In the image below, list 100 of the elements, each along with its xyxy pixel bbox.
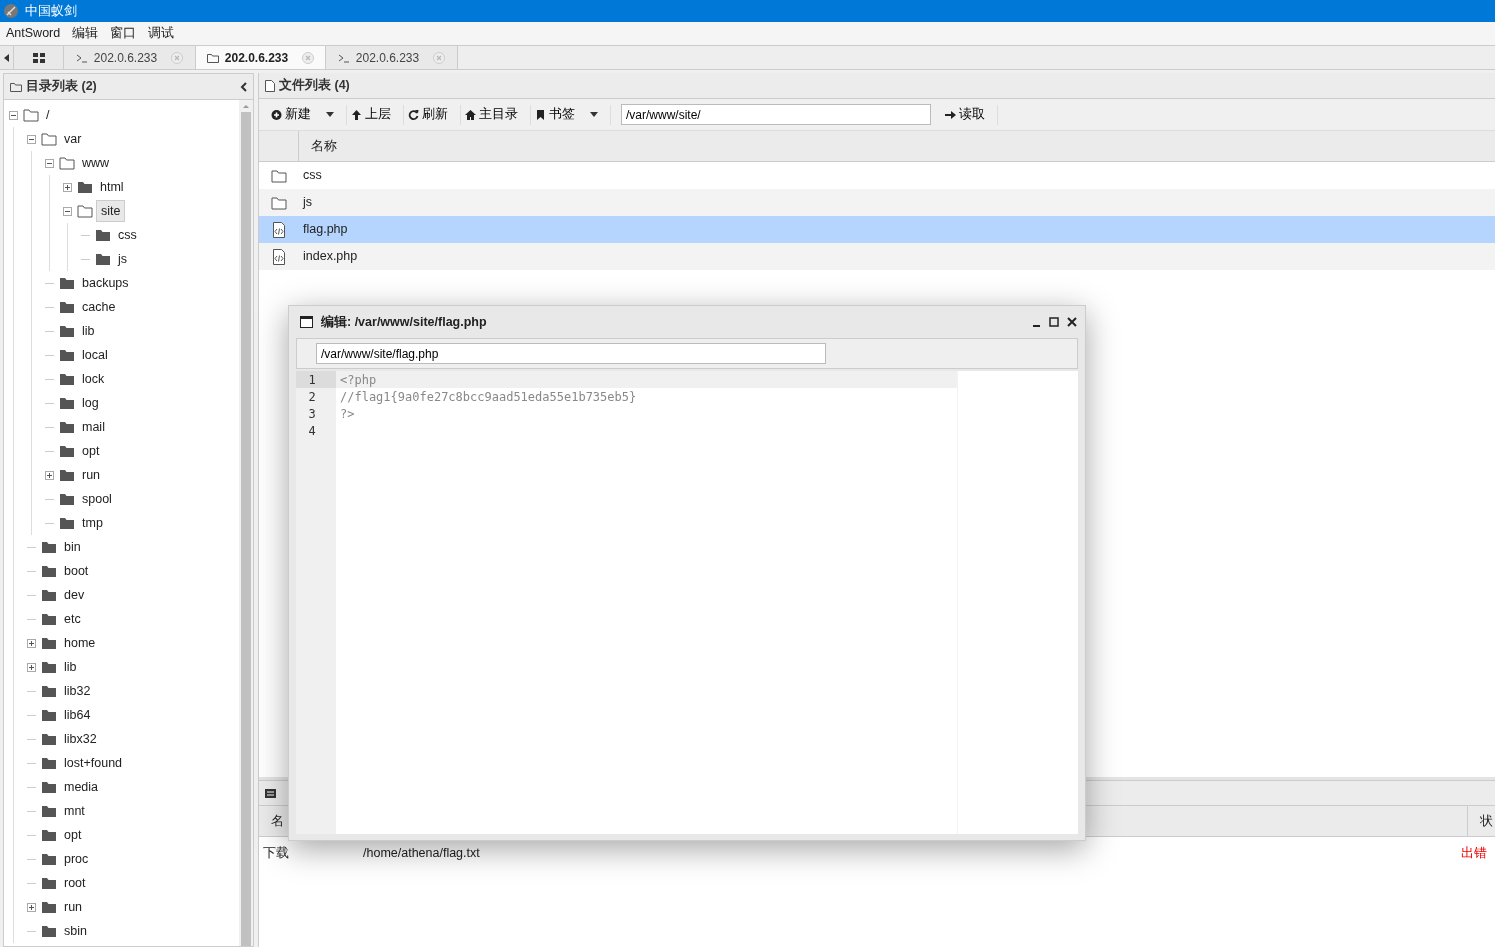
- code-file-icon: [271, 221, 287, 238]
- home-icon: [465, 108, 476, 121]
- expand-toggle-icon[interactable]: [27, 638, 36, 648]
- folder-icon: [59, 324, 75, 338]
- tree-item[interactable]: mnt: [60, 800, 89, 822]
- tree-item[interactable]: bin: [60, 536, 85, 558]
- tree-item[interactable]: var: [60, 128, 86, 150]
- tree-item[interactable]: tmp: [78, 512, 107, 534]
- tree-item[interactable]: root: [60, 872, 90, 894]
- tree-item[interactable]: lib64: [60, 704, 95, 726]
- toolbar-button[interactable]: 书签: [531, 104, 611, 125]
- menu-item[interactable]: 窗口: [110, 24, 137, 43]
- path-field[interactable]: /var/www/site/: [621, 104, 931, 125]
- tree-item[interactable]: lib: [60, 656, 81, 678]
- path-field[interactable]: /var/www/site/flag.php: [316, 343, 826, 364]
- close-icon[interactable]: [1067, 317, 1077, 327]
- file-row[interactable]: flag.php: [259, 216, 1495, 243]
- code-line: ?>: [339, 406, 356, 422]
- scrollbar[interactable]: [239, 100, 253, 946]
- line-number: 3: [307, 406, 317, 422]
- toolbar-button[interactable]: 上层: [347, 104, 404, 125]
- menu-item[interactable]: 调试: [148, 24, 175, 43]
- window-icon: [300, 316, 313, 328]
- arrow-up-icon: [351, 108, 362, 121]
- expand-toggle-icon[interactable]: [27, 662, 36, 672]
- tree-item[interactable]: spool: [78, 488, 116, 510]
- scroll-left-button[interactable]: [0, 46, 14, 69]
- menu-item[interactable]: AntSword: [6, 24, 61, 43]
- tree-item[interactable]: boot: [60, 560, 93, 582]
- tab[interactable]: 202.0.6.233: [326, 46, 458, 69]
- tree-item[interactable]: mail: [78, 416, 109, 438]
- collapse-toggle-icon[interactable]: [27, 134, 36, 144]
- toolbar-button[interactable]: 刷新: [404, 104, 461, 125]
- folder-icon: [77, 180, 93, 194]
- tab[interactable]: 202.0.6.233: [64, 46, 196, 69]
- collapse-icon[interactable]: [240, 81, 247, 92]
- tree-item[interactable]: lib: [78, 320, 99, 342]
- folder-outline-icon: [41, 132, 57, 146]
- expand-toggle-icon[interactable]: [27, 902, 36, 912]
- file-row[interactable]: index.php: [259, 243, 1495, 270]
- tree-item[interactable]: css: [114, 224, 141, 246]
- line-number: 1: [296, 371, 336, 388]
- expand-toggle-icon[interactable]: [63, 182, 72, 192]
- tree-item[interactable]: run: [78, 464, 105, 486]
- tree-item[interactable]: etc: [60, 608, 85, 630]
- tree-item[interactable]: media: [60, 776, 103, 798]
- terminal-icon: [337, 52, 350, 63]
- folder-icon: [41, 852, 57, 866]
- collapse-toggle-icon[interactable]: [9, 110, 18, 120]
- list-icon: [265, 788, 276, 798]
- folder-icon: [59, 492, 75, 506]
- tree-item[interactable]: lib32: [60, 680, 95, 702]
- menu-item[interactable]: 编辑: [72, 24, 99, 43]
- tree-item[interactable]: opt: [60, 824, 86, 846]
- folder-icon: [59, 396, 75, 410]
- file-row[interactable]: js: [259, 189, 1495, 216]
- tree-item[interactable]: www: [78, 152, 114, 174]
- folder-outline-icon: [206, 52, 219, 63]
- tree-item[interactable]: cache: [78, 296, 120, 318]
- folder-icon: [95, 252, 111, 266]
- tree-item[interactable]: proc: [60, 848, 93, 870]
- column-header: 状: [1467, 806, 1495, 836]
- folder-icon: [41, 828, 57, 842]
- tab[interactable]: 202.0.6.233: [196, 46, 326, 69]
- tree-item[interactable]: /: [42, 104, 54, 126]
- maximize-icon[interactable]: [1049, 317, 1059, 327]
- tree-item[interactable]: log: [78, 392, 103, 414]
- collapse-toggle-icon[interactable]: [63, 206, 72, 216]
- code-file-icon: [271, 248, 287, 265]
- file-row[interactable]: css: [259, 162, 1495, 189]
- tree-item[interactable]: html: [96, 176, 128, 198]
- tree-item[interactable]: site: [96, 199, 126, 223]
- folder-icon: [41, 588, 57, 602]
- tree-item[interactable]: opt: [78, 440, 104, 462]
- tree-item[interactable]: backups: [78, 272, 133, 294]
- folder-icon: [41, 684, 57, 698]
- folder-icon: [41, 612, 57, 626]
- tree-item[interactable]: dev: [60, 584, 89, 606]
- folder-icon: [41, 756, 57, 770]
- folder-icon: [41, 876, 57, 890]
- plus-circle-icon: [271, 108, 282, 121]
- folder-icon: [41, 804, 57, 818]
- folder-icon: [41, 732, 57, 746]
- read-button[interactable]: 读取: [941, 104, 998, 125]
- tree-item[interactable]: lock: [78, 368, 109, 390]
- toolbar-button[interactable]: 主目录: [461, 104, 531, 125]
- tree-item[interactable]: libx32: [60, 728, 101, 750]
- expand-toggle-icon[interactable]: [45, 470, 54, 480]
- tree-item[interactable]: js: [114, 248, 132, 270]
- tree-item[interactable]: run: [60, 896, 87, 918]
- tree-item[interactable]: local: [78, 344, 112, 366]
- tree-item[interactable]: lost+found: [60, 752, 127, 774]
- folder-icon: [41, 780, 57, 794]
- dialog-title: 编辑: /var/www/site/flag.php: [321, 313, 488, 331]
- tree-item[interactable]: sbin: [60, 920, 91, 942]
- tab[interactable]: [14, 46, 64, 69]
- toolbar-button[interactable]: 新建: [267, 104, 347, 125]
- folder-icon: [41, 708, 57, 722]
- tree-item[interactable]: home: [60, 632, 100, 654]
- collapse-toggle-icon[interactable]: [45, 158, 54, 168]
